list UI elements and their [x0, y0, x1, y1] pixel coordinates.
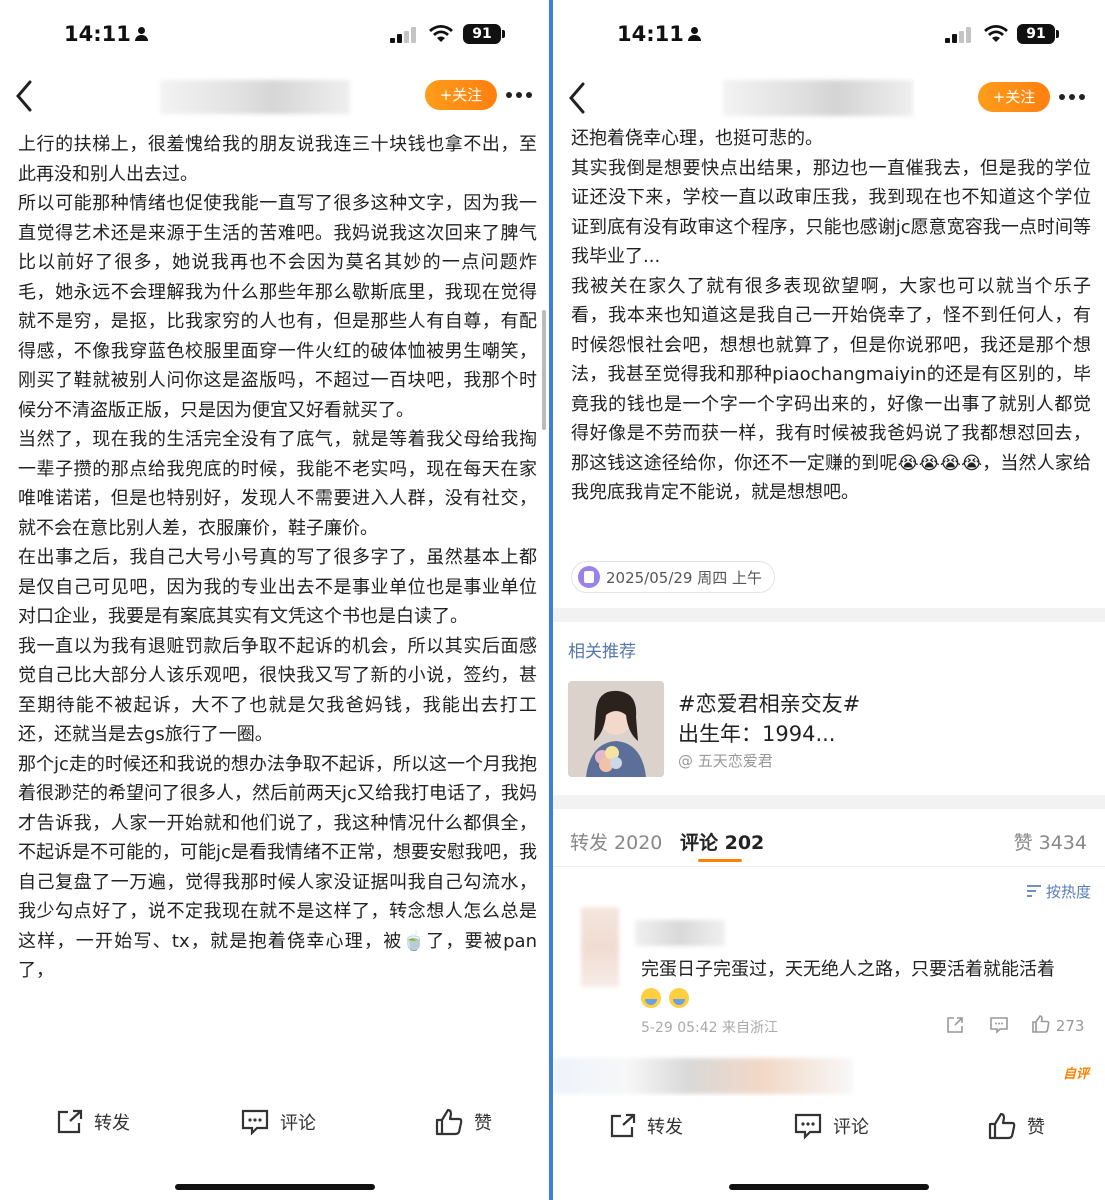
avatar[interactable] — [581, 907, 619, 987]
home-indicator[interactable] — [729, 1184, 929, 1190]
interaction-tabs: 转发 2020 评论 202 赞 3434 — [553, 822, 1105, 862]
post-body: 还抱着侥幸心理，也挺可悲的。 其实我倒是想要快点出结果，那边也一直催我去，但是我… — [571, 124, 1091, 508]
more-icon[interactable] — [1059, 92, 1089, 102]
paragraph: 那个jc走的时候还和我说的想办法争取不起诉，所以这一个月我抱着很渺茫的希望问了很… — [18, 753, 537, 982]
status-time: 14:11 — [64, 22, 148, 46]
thumbs-up-icon — [1032, 1015, 1050, 1033]
thumbs-up-icon — [435, 1108, 463, 1136]
right-screen: 14:11 91 +关注 还抱着侥幸心理，也挺可悲的。 其实我倒是想要快点出结果… — [553, 0, 1105, 1200]
like-button[interactable]: 赞 — [987, 1096, 1045, 1156]
blurred-username — [160, 80, 350, 114]
status-bar: 14:11 91 — [553, 0, 1105, 70]
paragraph: 我一直以为我有退赃罚款后争取不起诉的机会，所以其实后面感觉自己比大部分人该乐观吧… — [18, 635, 537, 746]
tab-comment[interactable]: 评论 202 — [680, 828, 764, 855]
self-comment-tag: 自评 — [1062, 1067, 1089, 1082]
comment-icon — [794, 1113, 822, 1140]
comment-icon — [241, 1109, 269, 1136]
person-icon — [687, 27, 701, 42]
recommend-section-title: 相关推荐 — [568, 642, 636, 662]
more-icon[interactable] — [506, 90, 536, 100]
paragraph: 上行的扶梯上，很羞愧给我的朋友说我连三十块钱也拿不出，至此再没和别人出去过。 — [18, 134, 537, 185]
follow-button[interactable]: +关注 — [425, 80, 497, 110]
comment-meta: 5-29 05:42 来自浙江 — [641, 1020, 779, 1036]
left-screen: 14:11 91 +关注 上行的扶梯上，很羞愧给我的朋友说我连三十块钱也拿不出，… — [0, 0, 549, 1200]
tabs-divider — [553, 866, 1105, 867]
status-time: 14:11 — [617, 22, 701, 46]
tab-like[interactable]: 赞 3434 — [1014, 828, 1087, 855]
wifi-icon — [429, 25, 453, 42]
comment-button[interactable]: 评论 — [240, 1092, 316, 1152]
section-gap — [553, 608, 1105, 622]
share-icon — [610, 1113, 636, 1138]
blurred-username — [723, 80, 913, 116]
blurred-commenter-name[interactable] — [635, 920, 725, 946]
signal-icon — [945, 27, 971, 43]
recommend-source: @ 五天恋爱君 — [678, 752, 773, 770]
status-bar: 14:11 91 — [0, 0, 549, 70]
paragraph: 还抱着侥幸心理，也挺可悲的。 — [571, 128, 823, 149]
comment-button[interactable]: 评论 — [793, 1096, 869, 1156]
repost-button[interactable]: 转发 — [56, 1092, 130, 1152]
signal-icon — [390, 27, 416, 43]
tab-repost[interactable]: 转发 2020 — [570, 828, 662, 855]
back-arrow-icon[interactable] — [563, 78, 593, 118]
paragraph: 所以可能那种情绪也促使我能一直写了很多这种文字，因为我一直觉得艺术还是来源于生活… — [18, 193, 537, 421]
post-body: 上行的扶梯上，很羞愧给我的朋友说我连三十块钱也拿不出，至此再没和别人出去过。 所… — [18, 130, 537, 986]
scrollbar[interactable] — [542, 310, 546, 430]
battery-indicator: 91 — [463, 24, 505, 44]
comment-like-button[interactable]: 273 — [1031, 1014, 1084, 1035]
thumbs-up-icon — [988, 1112, 1016, 1140]
calendar-icon — [578, 566, 600, 588]
share-icon[interactable] — [945, 1015, 965, 1035]
back-arrow-icon[interactable] — [10, 76, 40, 116]
person-icon — [134, 27, 148, 42]
home-indicator[interactable] — [174, 1184, 375, 1190]
sort-icon — [1026, 885, 1041, 897]
like-button[interactable]: 赞 — [434, 1092, 492, 1152]
comment-text: 完蛋日子完蛋过，天无绝人之路，只要活着就能活着 — [641, 955, 1055, 1008]
emoji-icon — [669, 988, 689, 1008]
wifi-icon — [984, 25, 1008, 42]
paragraph: 当然了，现在我的生活完全没有了底气，就是等着我父母给我掏一辈子攒的那点给我兜底的… — [18, 429, 537, 539]
bottom-action-bar: 转发 评论 赞 — [553, 1096, 1105, 1200]
paragraph: 其实我倒是想要快点出结果，那边也一直催我去，但是我的学位证还没下来，学校一直以政… — [571, 157, 1091, 268]
follow-button[interactable]: +关注 — [978, 82, 1050, 112]
nav-bar: +关注 — [0, 68, 549, 124]
sort-by-hot-button[interactable]: 按热度 — [1026, 881, 1091, 902]
paragraph: 在出事之后，我自己大号小号真的写了很多字了，虽然基本上都是仅自己可见吧，因为我的… — [18, 547, 537, 627]
recommend-subtitle: 出生年：1994... — [678, 722, 836, 746]
emoji-icon — [641, 988, 661, 1008]
paragraph: 我被关在家久了就有很多表现欲望啊，大家也可以就当个乐子看，我本来也知道这是我自己… — [571, 275, 1091, 504]
reply-icon[interactable] — [989, 1015, 1009, 1035]
tab-active-indicator — [698, 859, 742, 862]
share-icon — [57, 1109, 83, 1134]
recommend-title: #恋爱君相亲交友# — [678, 692, 861, 716]
emoji-row — [641, 987, 1055, 1008]
bottom-action-bar: 转发 评论 赞 — [0, 1090, 549, 1200]
section-gap — [553, 795, 1105, 809]
recommend-thumbnail — [568, 681, 664, 777]
nav-bar: +关注 — [553, 70, 1105, 126]
blurred-next-comment — [553, 1058, 853, 1094]
repost-button[interactable]: 转发 — [609, 1096, 683, 1156]
battery-indicator: 91 — [1017, 24, 1059, 44]
post-date-chip: 2025/05/29 周四 上午 — [571, 561, 775, 593]
